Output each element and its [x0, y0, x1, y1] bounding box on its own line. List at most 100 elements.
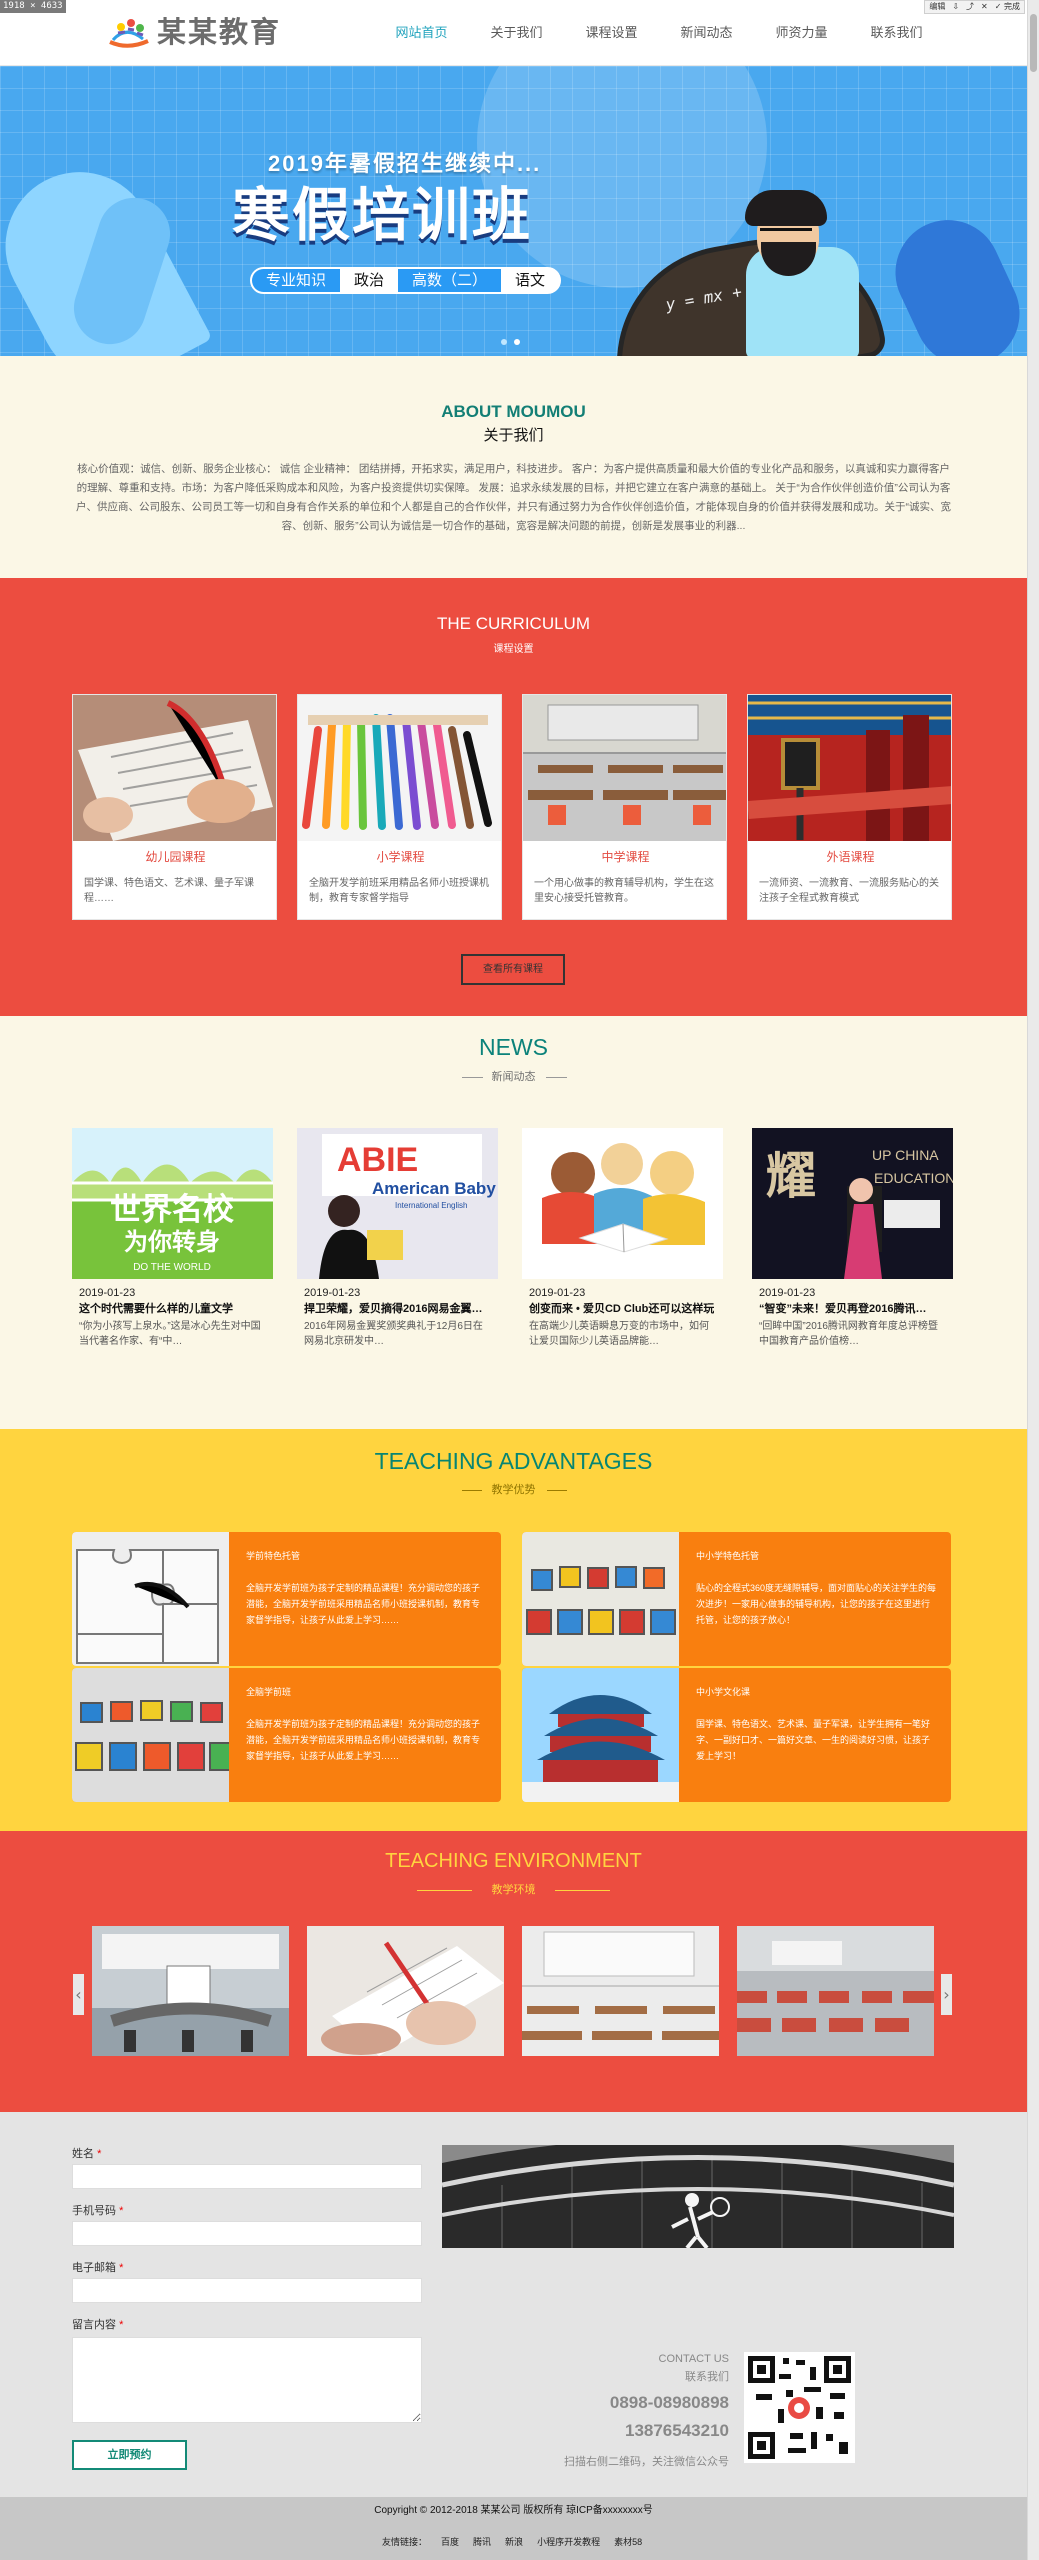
friend-link-materials58[interactable]: 素材58: [614, 2535, 642, 2549]
friend-links-label: 友情链接：: [382, 2537, 428, 2547]
book-now-button[interactable]: 立即预约: [72, 2440, 187, 2470]
about-title-en: ABOUT MOUMOU: [441, 402, 586, 421]
advantage-card[interactable]: 学前特色托管 全脑开发学前班为孩子定制的精品课程！充分调动您的孩子潜能，全脑开发…: [72, 1532, 501, 1666]
news-description: 2016年网易金翼奖颁奖典礼于12月6日在网易北京研发中…: [304, 1321, 483, 1347]
page-scrollbar[interactable]: [1027, 0, 1039, 2560]
course-title[interactable]: 外语课程: [748, 848, 951, 866]
news-title[interactable]: 创变而来 • 爱贝CD Club还可以这样玩: [529, 1301, 714, 1317]
scrollbar-thumb[interactable]: [1030, 14, 1037, 72]
nav-about[interactable]: 关于我们: [469, 23, 564, 43]
done-button[interactable]: ✓ 完成: [995, 1, 1020, 13]
course-card-primary[interactable]: 小学课程 全脑开发学前班采用精品名师小班授课机制，教育专家督学指导: [297, 694, 502, 920]
website: 某某教育 网站首页 关于我们 课程设置 新闻动态 师资力量 联系我们 2019年…: [0, 0, 1027, 2560]
foreign-language-course-image: [748, 695, 951, 841]
news-image-subtitle: UP CHINA: [872, 1147, 939, 1163]
hero-title: 寒假培训班: [232, 183, 533, 248]
environment-title-cn: 教学环境: [491, 1884, 536, 1896]
page: 1918 × 4633 编辑 ⇩ ⤴ ✕ ✓ 完成 某某教育 网站首页 关于我们…: [0, 0, 1039, 2560]
environment-image-writing[interactable]: [307, 1926, 504, 2056]
award-news-image: ABIE American Baby International English: [297, 1128, 498, 1279]
advantage-card[interactable]: 中小学文化课 国学课、特色语文、艺术课、量子军课，让学生拥有一笔好字、一副好口才…: [522, 1668, 951, 1802]
news-image-subtitle: 为你转身: [124, 1228, 220, 1256]
environment-image-lecture-room[interactable]: [737, 1926, 934, 2056]
name-input[interactable]: [72, 2164, 422, 2189]
news-title[interactable]: 捍卫荣耀，爱贝摘得2016网易金翼…: [304, 1301, 489, 1317]
share-icon[interactable]: ⤴: [966, 1, 974, 13]
carousel-dot[interactable]: [501, 339, 507, 345]
download-icon[interactable]: ⇩: [952, 1, 959, 13]
news-card[interactable]: ABIE American Baby International English…: [297, 1128, 498, 1366]
subject-tag-math: 高数（二）: [398, 269, 502, 292]
environment-right-line: [555, 1890, 610, 1891]
course-description: 一流师资、一流教育、一流服务贴心的关注孩子全程式教育模式: [759, 878, 939, 904]
carousel-dot-active[interactable]: [514, 339, 520, 345]
chairs-image: [522, 1532, 679, 1666]
edit-button[interactable]: 编辑: [929, 1, 945, 13]
news-title[interactable]: “智变”未来！爱贝再登2016腾讯…: [759, 1301, 944, 1317]
news-description: 在高端少儿英语瞬息万变的市场中，如何让爱贝国际少儿英语品牌能…: [529, 1321, 709, 1347]
advantage-title[interactable]: 全脑学前班: [246, 1685, 291, 1699]
advantage-title[interactable]: 中小学特色托管: [696, 1549, 759, 1563]
news-description: “你为小孩写上泉水。”这是冰心先生对中国当代著名作家、有“中…: [79, 1321, 261, 1347]
close-icon[interactable]: ✕: [981, 1, 988, 13]
subject-tag-politics: 政治: [354, 272, 385, 289]
contact-us-label: CONTACT US: [658, 2353, 730, 2365]
advantage-card[interactable]: 全脑学前班 全脑开发学前班为孩子定制的精品课程！充分调动您的孩子潜能，全脑开发学…: [72, 1668, 501, 1802]
curriculum-title-en: THE CURRICULUM: [437, 614, 590, 633]
news-date: 2019-01-23: [79, 1287, 136, 1299]
environment-image-meeting-room[interactable]: [92, 1926, 289, 2056]
brand-logo-text[interactable]: 某某教育: [157, 13, 281, 51]
name-label-text: 姓名: [72, 2148, 94, 2160]
nav-home[interactable]: 网站首页: [374, 23, 469, 43]
email-input[interactable]: [72, 2278, 422, 2303]
advantage-title[interactable]: 学前特色托管: [246, 1549, 300, 1563]
children-reading-news-image: [522, 1128, 723, 1279]
middle-school-course-image: [523, 695, 726, 841]
course-title[interactable]: 幼儿园课程: [73, 848, 276, 866]
view-all-courses-button[interactable]: 查看所有课程: [461, 954, 565, 985]
course-title[interactable]: 中学课程: [523, 848, 726, 866]
course-title[interactable]: 小学课程: [298, 848, 501, 866]
message-label-text: 留言内容: [72, 2319, 116, 2331]
copyright-text: Copyright © 2012-2018 某某公司 版权所有 琼ICP备xxx…: [374, 2505, 653, 2516]
primary-course-image: [298, 695, 501, 841]
message-textarea[interactable]: [72, 2337, 422, 2423]
news-card[interactable]: 2019-01-23 创变而来 • 爱贝CD Club还可以这样玩 在高端少儿英…: [522, 1128, 723, 1366]
news-title[interactable]: 这个时代需要什么样的儿童文学: [79, 1301, 264, 1317]
environment-image-classroom[interactable]: [522, 1926, 719, 2056]
required-star: *: [119, 2319, 124, 2331]
phone-input[interactable]: [72, 2221, 422, 2246]
friend-link-mini-program-tutorial[interactable]: 小程序开发教程: [537, 2535, 600, 2549]
course-card-foreign-language[interactable]: 外语课程 一流师资、一流教育、一流服务贴心的关注孩子全程式教育模式: [747, 694, 952, 920]
friend-link-baidu[interactable]: 百度: [441, 2535, 459, 2549]
news-image-title: 耀: [766, 1148, 816, 1204]
nav-teachers[interactable]: 师资力量: [754, 23, 849, 43]
news-card[interactable]: 耀 UP CHINA EDUCATION 2019-01-23 “智变”未来！爱…: [752, 1128, 953, 1366]
nav-courses[interactable]: 课程设置: [564, 23, 659, 43]
nav-contact[interactable]: 联系我们: [849, 23, 944, 43]
course-card-middle-school[interactable]: 中学课程 一个用心做事的教育辅导机构，学生在这里安心接受托管教育。: [522, 694, 727, 920]
carousel-left-arrow[interactable]: ‹: [73, 1974, 84, 2015]
news-date: 2019-01-23: [529, 1287, 586, 1299]
hero-banner[interactable]: 2019年暑假招生继续中... 寒假培训班 专业知识 政治 高数（二） 语文 y…: [0, 66, 1027, 356]
news-card[interactable]: 世界名校 为你转身 DO THE WORLD 2019-01-23 这个时代需要…: [72, 1128, 273, 1366]
course-description: 一个用心做事的教育辅导机构，学生在这里安心接受托管教育。: [534, 878, 714, 904]
screenshot-size-label: 1918 × 4633: [0, 0, 66, 13]
about-title-cn: 关于我们: [483, 427, 544, 444]
education-award-news-image: 耀 UP CHINA EDUCATION: [752, 1128, 953, 1279]
news-description: “回眸中国”2016腾讯网教育年度总评榜暨中国教育产品价值榜…: [759, 1321, 938, 1347]
mobile-phone[interactable]: 13876543210: [625, 2419, 729, 2442]
wechat-qr-code-icon[interactable]: [744, 2352, 855, 2463]
carousel-right-arrow[interactable]: ›: [941, 1974, 952, 2015]
news-title-cn: 新闻动态: [491, 1071, 536, 1083]
advantage-card[interactable]: 中小学特色托管 贴心的全程式360度无缝隙辅导，面对面贴心的关注学生的每次进步！…: [522, 1532, 951, 1666]
friend-link-tencent[interactable]: 腾讯: [473, 2535, 491, 2549]
friend-links: 友情链接： 百度 腾讯 新浪 小程序开发教程 素材58: [382, 2535, 642, 2549]
about-description: 核心价值观：诚信、创新、服务企业核心： 诚信 企业精神： 团结拼搏，开拓求实，满…: [76, 463, 951, 532]
course-card-kindergarten[interactable]: 幼儿园课程 国学课、特色语文、艺术课、量子军课程……: [72, 694, 277, 920]
nav-news[interactable]: 新闻动态: [659, 23, 754, 43]
advantage-title[interactable]: 中小学文化课: [696, 1685, 750, 1699]
friend-link-sina[interactable]: 新浪: [505, 2535, 523, 2549]
landline-phone[interactable]: 0898-08980898: [610, 2391, 729, 2414]
news-image-caption: DO THE WORLD: [133, 1262, 211, 1273]
